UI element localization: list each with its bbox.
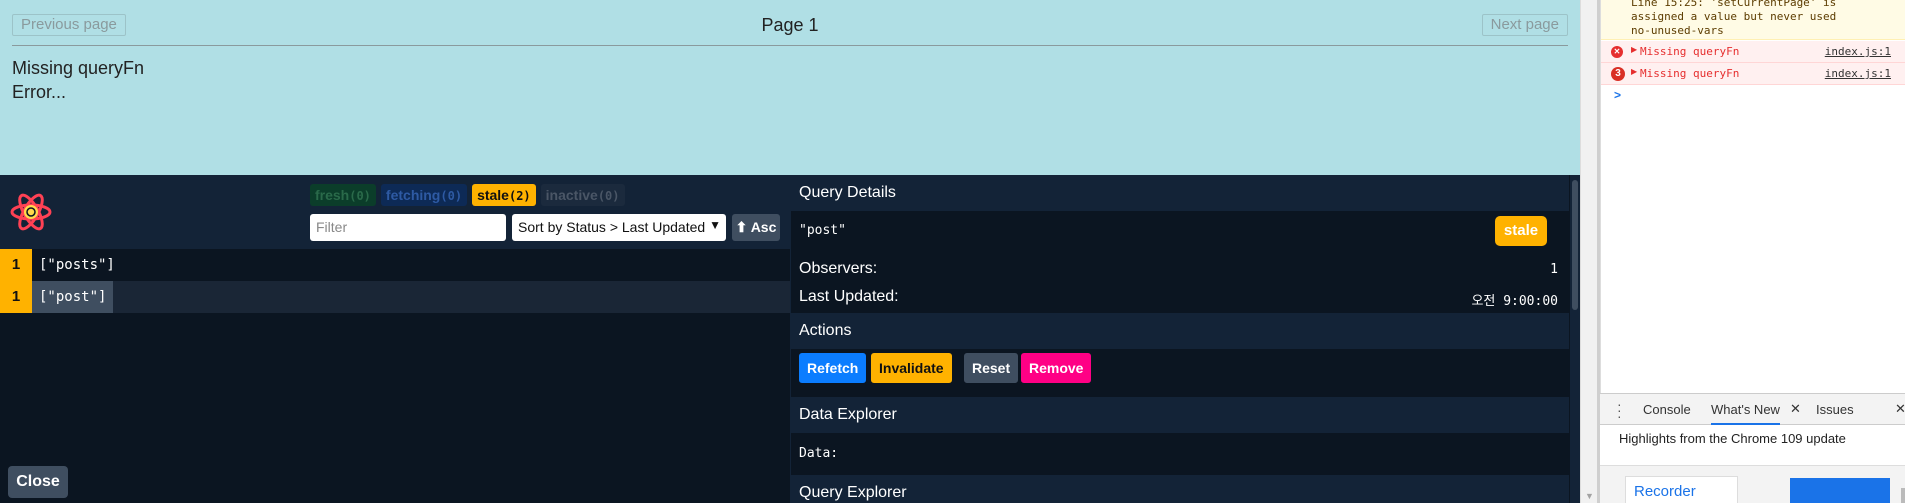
warning-text: Line 15:25: 'setCurrentPage' is assigned… xyxy=(1631,0,1837,37)
selected-query-key: "post" xyxy=(799,223,846,238)
close-tab-icon[interactable]: ✕ xyxy=(1790,401,1801,417)
tab-console[interactable]: Console xyxy=(1643,402,1691,417)
details-scrollbar-thumb[interactable] xyxy=(1572,180,1578,310)
query-details-body: "post" stale xyxy=(799,211,1561,251)
drawer-tabbar: · · · Console What's New ✕ Issues ✕ xyxy=(1600,393,1905,425)
fresh-badge-count: (0) xyxy=(349,189,371,203)
console-error-row[interactable]: ✕ ▶ Missing queryFn index.js:1 xyxy=(1601,41,1905,63)
actions-body: Refetch Invalidate Reset Remove xyxy=(799,353,1561,383)
close-button[interactable]: Close xyxy=(8,466,68,498)
react-query-logo-icon[interactable] xyxy=(10,191,52,233)
error-message: Missing queryFn xyxy=(1640,45,1740,58)
query-details-pane: Query Details "post" stale Observers: 1 … xyxy=(790,175,1580,503)
remove-button[interactable]: Remove xyxy=(1021,353,1092,383)
observers-label: Observers: xyxy=(799,260,878,277)
data-label[interactable]: Data: xyxy=(799,446,838,461)
error-message: Missing queryFn xyxy=(1640,67,1740,80)
next-page-button[interactable]: Next page xyxy=(1481,14,1568,36)
data-explorer-body: Data: xyxy=(799,435,1561,469)
invalidate-button[interactable]: Invalidate xyxy=(871,353,952,383)
observers-value: 1 xyxy=(1550,262,1558,277)
screen: Previous page Page 1 Next page Missing q… xyxy=(0,0,1905,503)
scroll-down-icon[interactable]: ▼ xyxy=(1585,491,1594,501)
fresh-badge: fresh(0) xyxy=(310,184,376,206)
error-count-badge: 3 xyxy=(1611,67,1625,81)
sort-direction-button[interactable]: ⬆ Asc xyxy=(732,214,780,241)
expand-arrow-icon[interactable]: ▶ xyxy=(1631,45,1637,54)
pager: Previous page Page 1 Next page xyxy=(12,10,1568,46)
expand-arrow-icon[interactable]: ▶ xyxy=(1631,67,1637,76)
fetching-badge-label: fetching xyxy=(385,187,441,203)
feature-thumbnail[interactable] xyxy=(1790,478,1890,503)
tab-issues[interactable]: Issues xyxy=(1816,402,1854,417)
query-list-header: fresh(0) fetching(0) stale(2) inactive(0… xyxy=(0,175,790,249)
query-details-title: Query Details xyxy=(791,175,1569,211)
source-link[interactable]: index.js:1 xyxy=(1825,45,1891,58)
page-label: Page 1 xyxy=(761,15,819,35)
status-badges: fresh(0) fetching(0) stale(2) inactive(0… xyxy=(310,184,625,206)
query-row[interactable]: 1 ["posts"] xyxy=(0,249,790,281)
filter-input[interactable]: Filter xyxy=(310,214,506,241)
fresh-badge-label: fresh xyxy=(315,187,350,203)
refetch-button[interactable]: Refetch xyxy=(799,353,867,383)
observer-count: 1 xyxy=(0,249,32,281)
error-status: Error... xyxy=(12,82,67,102)
sort-select-value: Sort by Status > Last Updated xyxy=(518,219,706,235)
tab-whats-new[interactable]: What's New xyxy=(1711,402,1780,425)
console-error-row[interactable]: 3 ▶ Missing queryFn index.js:1 xyxy=(1601,63,1905,85)
fetching-badge-count: (0) xyxy=(440,189,463,203)
inactive-badge-label: inactive xyxy=(545,187,598,203)
actions-title: Actions xyxy=(791,313,1569,349)
chevron-down-icon: ▼ xyxy=(709,218,721,232)
query-devtools-panel: fresh(0) fetching(0) stale(2) inactive(0… xyxy=(0,175,1580,503)
drawer-scrollbar[interactable] xyxy=(1901,488,1905,503)
sort-select[interactable]: Sort by Status > Last Updated ▼ xyxy=(512,214,726,241)
recorder-card[interactable]: Recorder xyxy=(1625,476,1738,503)
data-explorer-title: Data Explorer xyxy=(791,397,1569,433)
stale-badge: stale(2) xyxy=(472,184,536,206)
last-updated-value: 오전 9:00:00 xyxy=(1471,294,1558,309)
fetching-badge: fetching(0) xyxy=(380,184,468,206)
stale-badge-label: stale xyxy=(477,187,509,203)
query-key: ["posts"] xyxy=(39,257,115,273)
more-options-icon[interactable]: · · · xyxy=(1617,397,1622,423)
page-scrollbar[interactable]: ▼ xyxy=(1580,0,1597,503)
error-icon: ✕ xyxy=(1611,46,1623,58)
observer-count: 1 xyxy=(0,281,32,313)
query-key: ["post"] xyxy=(32,281,114,313)
stale-badge-count: (2) xyxy=(508,189,531,203)
source-link[interactable]: index.js:1 xyxy=(1825,67,1891,80)
console-prompt[interactable]: > xyxy=(1614,88,1621,102)
highlights-title: Highlights from the Chrome 109 update xyxy=(1619,431,1846,446)
last-updated-label: Last Updated: xyxy=(799,288,899,305)
whats-new-pane: Highlights from the Chrome 109 update Re… xyxy=(1600,425,1905,503)
inactive-badge-count: (0) xyxy=(597,189,620,203)
feature-cards: Recorder xyxy=(1600,465,1905,503)
reset-button[interactable]: Reset xyxy=(964,353,1019,383)
close-drawer-icon[interactable]: ✕ xyxy=(1895,401,1905,417)
console-warning: Line 15:25: 'setCurrentPage' is assigned… xyxy=(1601,0,1905,40)
error-message: Missing queryFn xyxy=(12,58,145,78)
details-scrollbar[interactable] xyxy=(1570,175,1580,503)
console-panel: Line 15:25: 'setCurrentPage' is assigned… xyxy=(1600,0,1905,393)
query-row-selected[interactable]: 1 ["post"] xyxy=(0,281,790,313)
app-area: Previous page Page 1 Next page Missing q… xyxy=(0,0,1580,175)
query-list-pane: fresh(0) fetching(0) stale(2) inactive(0… xyxy=(0,175,790,503)
query-explorer-title: Query Explorer xyxy=(791,475,1569,503)
status-badge: stale xyxy=(1495,216,1547,246)
inactive-badge: inactive(0) xyxy=(540,184,625,206)
